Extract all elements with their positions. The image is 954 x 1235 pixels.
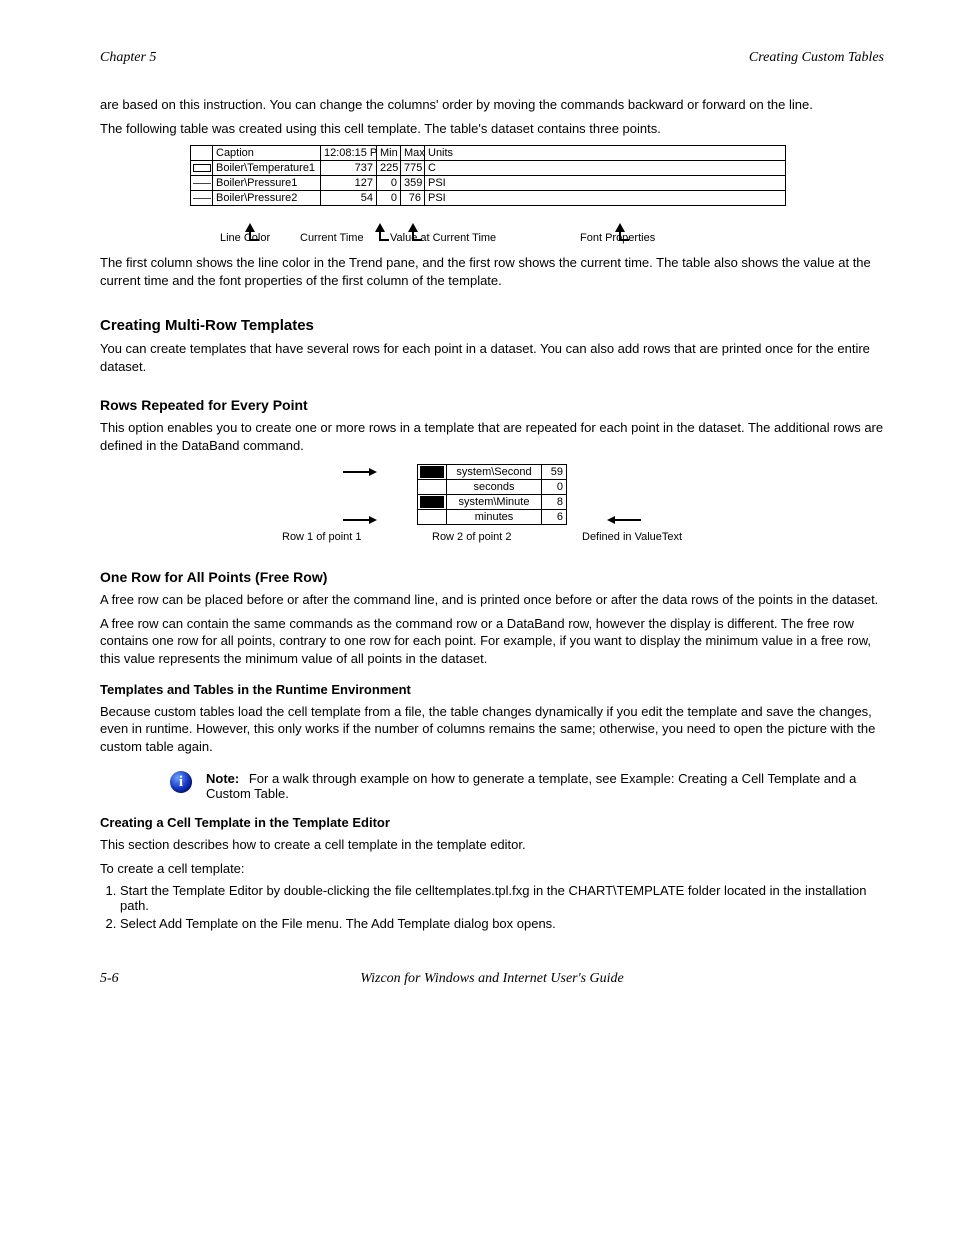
- table-example-1: Caption 12:08:15 PM Min Max Units Boiler…: [190, 145, 884, 206]
- table-example-2: system\Second 59 seconds 0 system\Minute…: [417, 464, 567, 525]
- footer-title: Wizcon for Windows and Internet User's G…: [220, 971, 764, 987]
- body-text: This section describes how to create a c…: [100, 836, 884, 854]
- body-text: are based on this instruction. You can c…: [100, 96, 884, 114]
- color-swatch: [420, 481, 444, 493]
- section-heading: Creating Multi-Row Templates: [100, 317, 884, 334]
- footer-page-number: 5-6: [100, 971, 220, 987]
- body-text: A free row can contain the same commands…: [100, 615, 884, 668]
- subsection-heading: Templates and Tables in the Runtime Envi…: [100, 682, 884, 697]
- table-row: Boiler\Pressure1 127 0 359 PSI: [191, 176, 786, 191]
- table-row: Boiler\Pressure2 54 0 76 PSI: [191, 191, 786, 206]
- table-row: seconds 0: [418, 480, 567, 495]
- table-row: Caption 12:08:15 PM Min Max Units: [191, 146, 786, 161]
- color-swatch: [420, 496, 444, 508]
- header-chapter: Chapter 5: [100, 50, 749, 66]
- col-min: Min: [377, 146, 401, 161]
- up-arrow-icon: [408, 223, 418, 232]
- note-block: i Note: For a walk through example on ho…: [170, 771, 884, 801]
- header-title: Creating Custom Tables: [749, 50, 884, 66]
- body-text: You can create templates that have sever…: [100, 340, 884, 375]
- up-arrow-icon: [375, 223, 385, 232]
- arrow-annotations: [190, 208, 786, 232]
- body-text: A free row can be placed before or after…: [100, 591, 884, 609]
- color-swatch: [420, 511, 444, 523]
- note-label: Note:: [206, 771, 239, 786]
- line-color-swatch: [193, 164, 211, 172]
- table2-annotations: Row 1 of point 1 Row 2 of point 2 Define…: [282, 531, 702, 547]
- table-row: Boiler\Temperature1 737 225 775 C: [191, 161, 786, 176]
- page-header: Chapter 5 Creating Custom Tables: [100, 50, 884, 66]
- col-max: Max: [401, 146, 425, 161]
- body-text: The first column shows the line color in…: [100, 254, 884, 289]
- steps-list: Start the Template Editor by double-clic…: [120, 883, 884, 931]
- subsection-heading: Rows Repeated for Every Point: [100, 397, 884, 413]
- note-text: For a walk through example on how to gen…: [206, 771, 856, 801]
- line-color-swatch: [193, 183, 211, 184]
- body-text: This option enables you to create one or…: [100, 419, 884, 454]
- list-item: Select Add Template on the File menu. Th…: [120, 916, 884, 931]
- up-arrow-icon: [245, 223, 255, 232]
- subsection-heading: Creating a Cell Template in the Template…: [100, 815, 884, 830]
- table-row: minutes 6: [418, 510, 567, 525]
- body-text: The following table was created using th…: [100, 120, 884, 138]
- arrow-labels: Line Color Current Time Value at Current…: [190, 232, 786, 248]
- subsection-heading: One Row for All Points (Free Row): [100, 569, 884, 585]
- info-icon: i: [170, 771, 192, 793]
- table-row: system\Minute 8: [418, 495, 567, 510]
- body-text: Because custom tables load the cell temp…: [100, 703, 884, 756]
- col-units: Units: [425, 146, 786, 161]
- page-footer: 5-6 Wizcon for Windows and Internet User…: [100, 971, 884, 987]
- color-swatch: [420, 466, 444, 478]
- up-arrow-icon: [615, 223, 625, 232]
- body-text: To create a cell template:: [100, 860, 884, 878]
- col-time: 12:08:15 PM: [321, 146, 377, 161]
- line-color-swatch: [193, 198, 211, 199]
- col-caption: Caption: [213, 146, 321, 161]
- list-item: Start the Template Editor by double-clic…: [120, 883, 884, 913]
- table-row: system\Second 59: [418, 465, 567, 480]
